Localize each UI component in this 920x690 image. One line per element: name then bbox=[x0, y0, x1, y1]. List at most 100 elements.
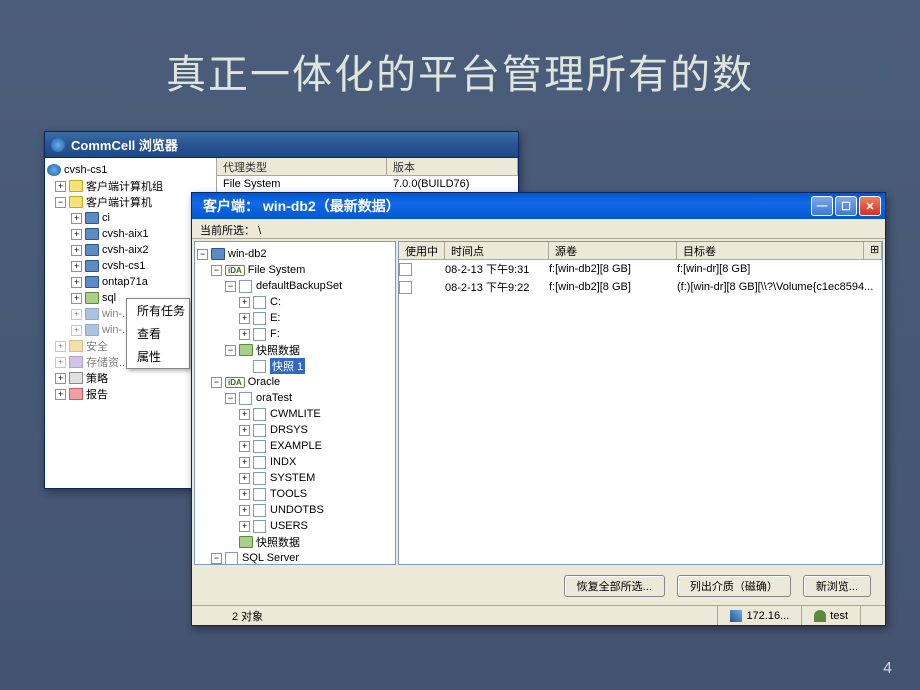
expand-icon[interactable]: + bbox=[71, 261, 82, 272]
tree-root[interactable]: cvsh-cs1 bbox=[64, 164, 107, 176]
tree-snapshot-1-selected[interactable]: 快照 1 bbox=[270, 358, 305, 374]
tree-checkbox[interactable] bbox=[253, 472, 266, 485]
new-browse-button[interactable]: 新浏览... bbox=[803, 575, 871, 597]
tree-report[interactable]: 报告 bbox=[86, 386, 108, 402]
tree-checkbox[interactable] bbox=[253, 312, 266, 325]
collapse-icon[interactable]: − bbox=[211, 553, 222, 564]
tree-checkbox[interactable] bbox=[253, 296, 266, 309]
expand-icon[interactable]: + bbox=[239, 457, 250, 468]
tree-sqlserver[interactable]: SQL Server bbox=[242, 552, 299, 564]
tree-ora-item[interactable]: INDX bbox=[270, 456, 296, 468]
tree-node[interactable]: ontap71a bbox=[102, 276, 148, 288]
expand-icon[interactable]: + bbox=[71, 293, 82, 304]
tree-ora-item[interactable]: UNDOTBS bbox=[270, 504, 324, 516]
resize-grip[interactable] bbox=[860, 606, 885, 625]
col-time[interactable]: 时间点 bbox=[445, 242, 549, 259]
collapse-icon[interactable]: − bbox=[197, 249, 208, 260]
client-titlebar[interactable]: 客户端： win-db2 （最新数据） — ☐ ✕ bbox=[192, 193, 885, 219]
tree-ora-item[interactable]: TOOLS bbox=[270, 488, 307, 500]
tree-snapshot[interactable]: 快照数据 bbox=[256, 342, 300, 358]
collapse-icon[interactable]: − bbox=[55, 197, 66, 208]
col-config-icon[interactable]: ⊞ bbox=[864, 242, 882, 259]
client-tree-panel[interactable]: −win-db2 −iDAFile System −defaultBackupS… bbox=[194, 241, 396, 565]
tree-client-group[interactable]: 客户端计算机组 bbox=[86, 178, 163, 194]
tree-node[interactable]: cvsh-cs1 bbox=[102, 260, 145, 272]
expand-icon[interactable]: + bbox=[55, 389, 66, 400]
tree-checkbox[interactable] bbox=[253, 488, 266, 501]
expand-icon[interactable]: + bbox=[71, 245, 82, 256]
tree-checkbox[interactable] bbox=[253, 440, 266, 453]
tree-checkbox[interactable] bbox=[253, 504, 266, 517]
expand-icon[interactable]: + bbox=[239, 297, 250, 308]
tree-root-windb2[interactable]: win-db2 bbox=[228, 248, 267, 260]
restore-button[interactable]: 恢复全部所选... bbox=[564, 575, 665, 597]
tree-checkbox[interactable] bbox=[225, 552, 238, 565]
tree-ora-item[interactable]: DRSYS bbox=[270, 424, 308, 436]
collapse-icon[interactable]: − bbox=[211, 265, 222, 276]
col-source[interactable]: 源卷 bbox=[549, 242, 677, 259]
expand-icon[interactable]: + bbox=[239, 425, 250, 436]
tree-drive-f[interactable]: F: bbox=[270, 328, 280, 340]
col-target[interactable]: 目标卷 bbox=[677, 242, 864, 259]
tree-client[interactable]: 客户端计算机 bbox=[86, 194, 152, 210]
expand-icon[interactable]: + bbox=[71, 213, 82, 224]
tree-policy[interactable]: 策略 bbox=[86, 370, 108, 386]
col-inuse[interactable]: 使用中 bbox=[399, 242, 445, 259]
tree-drive-e[interactable]: E: bbox=[270, 312, 280, 324]
tree-node-ci[interactable]: ci bbox=[102, 212, 110, 224]
expand-icon[interactable]: + bbox=[55, 357, 66, 368]
tree-checkbox[interactable] bbox=[253, 408, 266, 421]
expand-icon[interactable]: + bbox=[71, 309, 82, 320]
expand-icon[interactable]: + bbox=[71, 229, 82, 240]
tree-drive-c[interactable]: C: bbox=[270, 296, 281, 308]
menu-properties[interactable]: 属性 bbox=[127, 345, 189, 368]
tree-oratest[interactable]: oraTest bbox=[256, 392, 292, 404]
tree-default-backup[interactable]: defaultBackupSet bbox=[256, 280, 342, 292]
close-button[interactable]: ✕ bbox=[859, 196, 881, 216]
tree-ora-item[interactable]: SYSTEM bbox=[270, 472, 315, 484]
tree-ora-item[interactable]: EXAMPLE bbox=[270, 440, 322, 452]
expand-icon[interactable]: + bbox=[239, 329, 250, 340]
expand-icon[interactable]: + bbox=[55, 341, 66, 352]
collapse-icon[interactable]: − bbox=[225, 345, 236, 356]
tree-checkbox[interactable] bbox=[239, 392, 252, 405]
tree-ora-item[interactable]: USERS bbox=[270, 520, 308, 532]
expand-icon[interactable]: + bbox=[71, 325, 82, 336]
row-checkbox[interactable] bbox=[399, 281, 412, 294]
maximize-button[interactable]: ☐ bbox=[835, 196, 857, 216]
menu-view[interactable]: 查看 bbox=[127, 322, 189, 345]
minimize-button[interactable]: — bbox=[811, 196, 833, 216]
tree-checkbox[interactable] bbox=[253, 520, 266, 533]
collapse-icon[interactable]: − bbox=[225, 281, 236, 292]
col-version[interactable]: 版本 bbox=[387, 158, 518, 175]
expand-icon[interactable]: + bbox=[239, 473, 250, 484]
expand-icon[interactable]: + bbox=[239, 521, 250, 532]
expand-icon[interactable]: + bbox=[239, 505, 250, 516]
expand-icon[interactable]: + bbox=[239, 409, 250, 420]
expand-icon[interactable]: + bbox=[239, 313, 250, 324]
expand-icon[interactable]: + bbox=[71, 277, 82, 288]
tree-snapshot[interactable]: 快照数据 bbox=[256, 534, 300, 550]
expand-icon[interactable]: + bbox=[239, 489, 250, 500]
tree-node[interactable]: cvsh-aix2 bbox=[102, 244, 148, 256]
expand-icon[interactable]: + bbox=[55, 181, 66, 192]
tree-node[interactable]: cvsh-aix1 bbox=[102, 228, 148, 240]
commcell-titlebar[interactable]: CommCell 浏览器 bbox=[45, 132, 518, 158]
row-checkbox[interactable] bbox=[399, 263, 412, 276]
tree-checkbox[interactable] bbox=[253, 328, 266, 341]
collapse-icon[interactable]: − bbox=[211, 377, 222, 388]
tree-node-sql[interactable]: sql bbox=[102, 292, 116, 304]
snapshot-row[interactable]: 08-2-13 下午9:22 f:[win-db2][8 GB] (f:)[wi… bbox=[399, 278, 882, 296]
tree-security[interactable]: 安全 bbox=[86, 338, 108, 354]
tree-oracle[interactable]: Oracle bbox=[248, 376, 280, 388]
context-menu[interactable]: 所有任务 查看 属性 bbox=[126, 298, 190, 369]
tree-checkbox[interactable] bbox=[239, 280, 252, 293]
tree-checkbox[interactable] bbox=[253, 424, 266, 437]
menu-all-tasks[interactable]: 所有任务 bbox=[127, 299, 189, 322]
tree-checkbox[interactable] bbox=[253, 360, 266, 373]
snapshot-row[interactable]: 08-2-13 下午9:31 f:[win-db2][8 GB] f:[win-… bbox=[399, 260, 882, 278]
tree-filesystem[interactable]: File System bbox=[248, 264, 305, 276]
list-row[interactable]: File System 7.0.0(BUILD76) bbox=[217, 176, 518, 192]
tree-checkbox[interactable] bbox=[253, 456, 266, 469]
expand-icon[interactable]: + bbox=[55, 373, 66, 384]
